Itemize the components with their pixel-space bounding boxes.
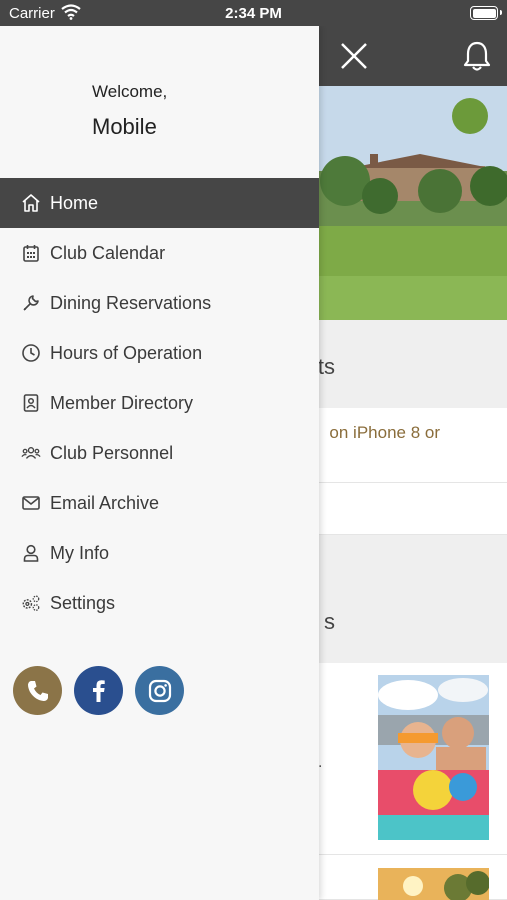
clock-label: 2:34 PM [225,5,282,22]
instagram-button[interactable] [135,666,184,715]
menu-item-label: Settings [50,592,116,613]
menu-item-label: Club Personnel [50,442,174,463]
menu-item-email-archive[interactable]: Email Archive [0,478,319,528]
phone-icon [27,680,48,701]
contact-book-icon [21,393,41,413]
calendar-icon [21,243,41,263]
envelope-icon [21,493,41,513]
menu-item-home[interactable]: Home [0,178,319,228]
phone-button[interactable] [13,666,62,715]
battery-icon [470,6,502,20]
gears-icon [21,593,41,613]
social-links [13,666,184,715]
clock-icon [21,343,41,363]
menu-item-settings[interactable]: Settings [0,578,319,628]
people-icon [21,443,41,463]
status-bar: Carrier 2:34 PM [0,0,507,26]
drawer-menu: Home Club Calendar Dining Reservations H… [0,178,319,628]
menu-item-club-calendar[interactable]: Club Calendar [0,228,319,278]
menu-item-member-directory[interactable]: Member Directory [0,378,319,428]
menu-item-my-info[interactable]: My Info [0,528,319,578]
instagram-icon [148,679,171,702]
welcome-label: Welcome, [92,82,168,101]
close-menu-button[interactable] [338,40,370,72]
home-icon [21,193,41,213]
menu-item-label: Member Directory [50,392,194,413]
news-thumbnail [378,868,489,900]
news-thumbnail [378,675,489,840]
close-icon [341,43,367,69]
side-drawer: Welcome, Mobile Home Club Calendar Dinin… [0,26,319,900]
menu-item-hours-of-operation[interactable]: Hours of Operation [0,328,319,378]
facebook-button[interactable] [74,666,123,715]
wrench-icon [21,293,41,313]
user-icon [21,543,41,563]
notifications-button[interactable] [462,40,492,72]
menu-item-label: Hours of Operation [50,342,203,363]
menu-item-dining-reservations[interactable]: Dining Reservations [0,278,319,328]
bell-icon [463,41,491,71]
menu-item-label: Home [50,192,99,213]
menu-item-label: Email Archive [50,492,160,513]
menu-item-label: Dining Reservations [50,292,212,313]
facebook-icon [92,679,105,702]
menu-item-label: My Info [50,542,110,563]
menu-item-club-personnel[interactable]: Club Personnel [0,428,319,478]
username-label: Mobile [92,114,157,139]
menu-item-label: Club Calendar [50,242,166,263]
